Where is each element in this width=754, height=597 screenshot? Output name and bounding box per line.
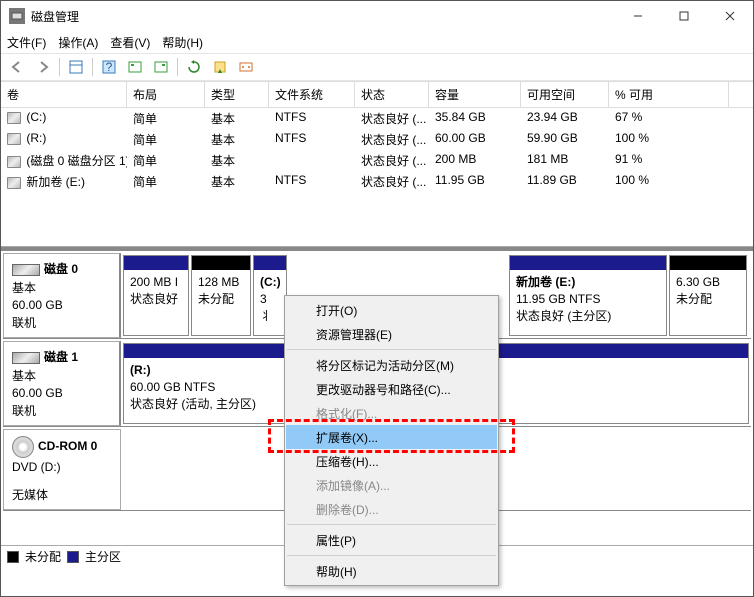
legend-unalloc-swatch <box>7 551 19 563</box>
cdrom-label[interactable]: CD-ROM 0 DVD (D:) 无媒体 <box>3 429 121 510</box>
table-row[interactable]: (R:)简单基本NTFS状态良好 (...60.00 GB59.90 GB100… <box>1 129 753 150</box>
tb-icon-6[interactable] <box>208 56 232 78</box>
table-row[interactable]: (C:)简单基本NTFS状态良好 (...35.84 GB23.94 GB67 … <box>1 108 753 129</box>
ctx-help[interactable]: 帮助(H) <box>286 559 497 583</box>
volume-table-header: 卷 布局 类型 文件系统 状态 容量 可用空间 % 可用 <box>1 81 753 108</box>
highlight-box <box>268 419 515 453</box>
partition[interactable]: 6.30 GB未分配 <box>669 255 747 336</box>
svg-text:?: ? <box>106 60 113 74</box>
ctx-properties[interactable]: 属性(P) <box>286 528 497 552</box>
ctx-open[interactable]: 打开(O) <box>286 298 497 322</box>
dvd-icon <box>12 436 34 458</box>
disk-1-label[interactable]: 磁盘 1 基本 60.00 GB 联机 <box>3 341 121 426</box>
menu-action[interactable]: 操作(A) <box>58 34 98 51</box>
disk-0-label[interactable]: 磁盘 0 基本 60.00 GB 联机 <box>3 253 121 338</box>
menu-file[interactable]: 文件(F) <box>7 34 46 51</box>
help-icon[interactable]: ? <box>97 56 121 78</box>
partition[interactable]: 128 MB未分配 <box>191 255 251 336</box>
legend-primary-swatch <box>67 551 79 563</box>
col-free[interactable]: 可用空间 <box>521 82 609 107</box>
ctx-delete[interactable]: 删除卷(D)... <box>286 497 497 521</box>
legend-primary-label: 主分区 <box>85 548 121 565</box>
refresh-icon[interactable] <box>182 56 206 78</box>
tb-icon-1[interactable] <box>64 56 88 78</box>
ctx-mirror: 添加镜像(A)... <box>286 473 497 497</box>
menubar: 文件(F) 操作(A) 查看(V) 帮助(H) <box>1 31 753 53</box>
partition[interactable]: 新加卷 (E:)11.95 GB NTFS状态良好 (主分区) <box>509 255 667 336</box>
disk-icon <box>12 264 40 276</box>
back-button[interactable] <box>5 56 29 78</box>
disk-icon <box>12 352 40 364</box>
ctx-format[interactable]: 格式化(F)... <box>286 401 497 425</box>
context-menu: 打开(O) 资源管理器(E) 将分区标记为活动分区(M) 更改驱动器号和路径(C… <box>284 295 499 586</box>
ctx-explorer[interactable]: 资源管理器(E) <box>286 322 497 346</box>
col-capacity[interactable]: 容量 <box>429 82 521 107</box>
toolbar: ? <box>1 53 753 81</box>
col-status[interactable]: 状态 <box>355 82 429 107</box>
ctx-extend[interactable]: 扩展卷(X)... <box>286 425 497 449</box>
ctx-mark-active[interactable]: 将分区标记为活动分区(M) <box>286 353 497 377</box>
ctx-change-path[interactable]: 更改驱动器号和路径(C)... <box>286 377 497 401</box>
volume-table: 卷 布局 类型 文件系统 状态 容量 可用空间 % 可用 (C:)简单基本NTF… <box>1 81 753 247</box>
col-percent[interactable]: % 可用 <box>609 82 729 107</box>
legend-unalloc-label: 未分配 <box>25 548 61 565</box>
partition[interactable]: (C:)3丬 <box>253 255 287 336</box>
window-title: 磁盘管理 <box>31 8 615 25</box>
menu-view[interactable]: 查看(V) <box>110 34 150 51</box>
app-icon <box>9 8 25 24</box>
minimize-button[interactable] <box>615 1 661 31</box>
tb-icon-7[interactable] <box>234 56 258 78</box>
col-type[interactable]: 类型 <box>205 82 269 107</box>
ctx-shrink[interactable]: 压缩卷(H)... <box>286 449 497 473</box>
table-row[interactable]: 新加卷 (E:)简单基本NTFS状态良好 (...11.95 GB11.89 G… <box>1 171 753 192</box>
titlebar: 磁盘管理 <box>1 1 753 31</box>
col-volume[interactable]: 卷 <box>1 82 127 107</box>
maximize-button[interactable] <box>661 1 707 31</box>
col-layout[interactable]: 布局 <box>127 82 205 107</box>
volume-table-body: (C:)简单基本NTFS状态良好 (...35.84 GB23.94 GB67 … <box>1 108 753 246</box>
tb-icon-3[interactable] <box>123 56 147 78</box>
tb-icon-4[interactable] <box>149 56 173 78</box>
close-button[interactable] <box>707 1 753 31</box>
forward-button[interactable] <box>31 56 55 78</box>
partition[interactable]: 200 MB I状态良好 <box>123 255 189 336</box>
menu-help[interactable]: 帮助(H) <box>162 34 203 51</box>
table-row[interactable]: (磁盘 0 磁盘分区 1)简单基本状态良好 (...200 MB181 MB91… <box>1 150 753 171</box>
col-filesystem[interactable]: 文件系统 <box>269 82 355 107</box>
